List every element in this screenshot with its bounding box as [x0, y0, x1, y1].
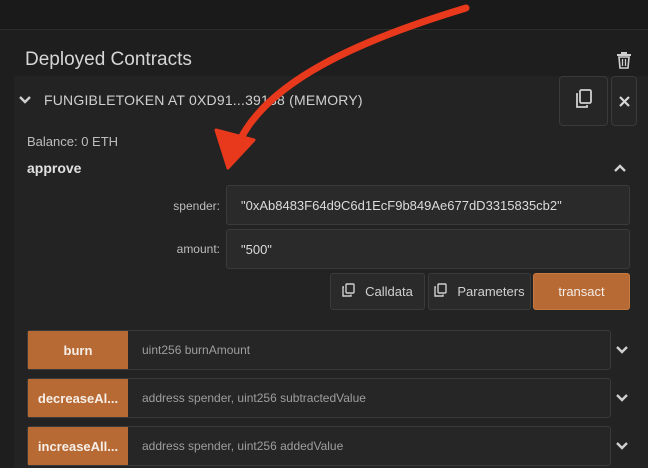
- amount-label: amount:: [176, 242, 220, 256]
- decrease-allowance-args-input[interactable]: address spender, uint256 subtractedValue: [128, 379, 610, 417]
- parameters-label: Parameters: [457, 284, 525, 299]
- copy-icon: [575, 88, 593, 114]
- copy-icon: [342, 283, 355, 300]
- decrease-allowance-button[interactable]: decreaseAl...: [28, 379, 128, 417]
- contract-name: FUNGIBLETOKEN AT 0XD91...39138 (MEMORY): [44, 92, 363, 108]
- contract-header[interactable]: FUNGIBLETOKEN AT 0XD91...39138 (MEMORY): [16, 78, 556, 122]
- balance-text: Balance: 0 ETH: [27, 134, 119, 149]
- spender-input[interactable]: [226, 185, 630, 225]
- chevron-down-icon[interactable]: [612, 436, 632, 456]
- remove-contract-button[interactable]: [611, 76, 637, 126]
- chevron-up-icon[interactable]: [610, 158, 630, 178]
- increase-allowance-args-input[interactable]: address spender, uint256 addedValue: [128, 427, 610, 465]
- calldata-button[interactable]: Calldata: [330, 273, 425, 310]
- trash-icon[interactable]: [612, 48, 636, 72]
- burn-button[interactable]: burn: [28, 331, 128, 369]
- transact-button[interactable]: transact: [533, 273, 630, 310]
- section-title: Deployed Contracts: [25, 49, 192, 70]
- calldata-label: Calldata: [365, 284, 413, 299]
- chevron-down-icon[interactable]: [612, 340, 632, 360]
- function-name-approve: approve: [27, 160, 82, 176]
- chevron-down-icon[interactable]: [16, 91, 34, 109]
- amount-input[interactable]: [226, 229, 630, 269]
- close-icon: [618, 91, 630, 112]
- chevron-down-icon[interactable]: [612, 388, 632, 408]
- function-row-decrease-allowance: decreaseAl... address spender, uint256 s…: [27, 378, 611, 418]
- function-row-increase-allowance: increaseAll... address spender, uint256 …: [27, 426, 611, 466]
- burn-args-input[interactable]: uint256 burnAmount: [128, 331, 610, 369]
- copy-icon: [434, 283, 448, 300]
- function-row-burn: burn uint256 burnAmount: [27, 330, 611, 370]
- copy-address-button[interactable]: [559, 76, 608, 126]
- increase-allowance-button[interactable]: increaseAll...: [28, 427, 128, 465]
- parameters-button[interactable]: Parameters: [428, 273, 531, 310]
- top-bar: [0, 0, 648, 30]
- spender-label: spender:: [173, 199, 220, 213]
